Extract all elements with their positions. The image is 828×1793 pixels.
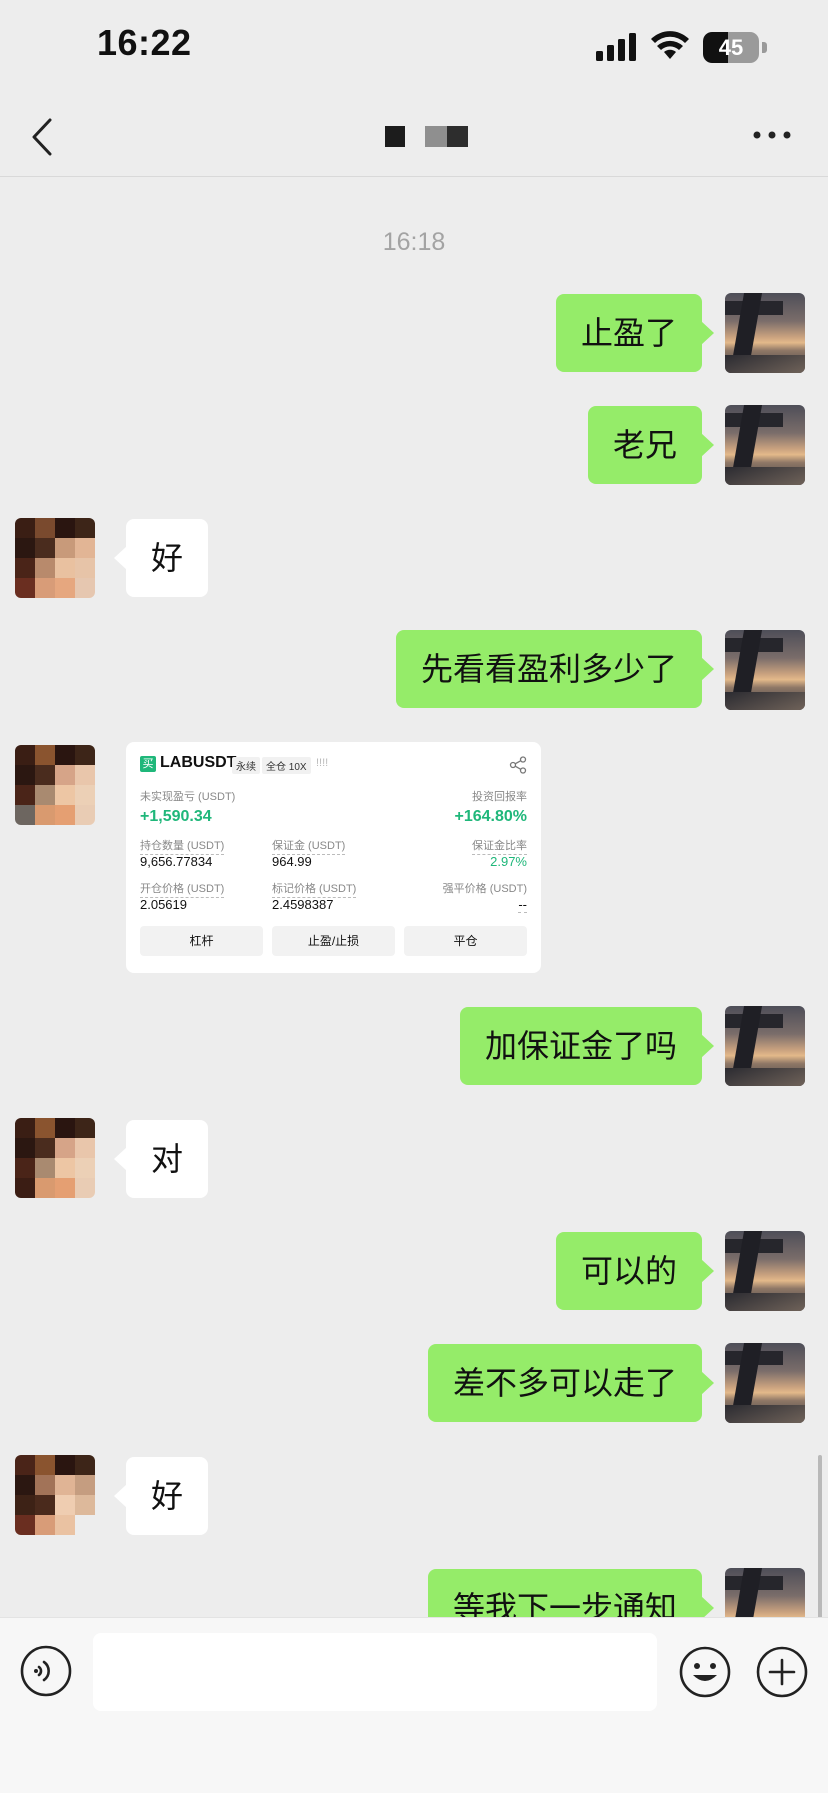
margin-value: 964.99 <box>272 854 312 869</box>
message-bubble-outgoing[interactable]: 止盈了 <box>555 294 715 372</box>
message-input[interactable] <box>93 1633 657 1711</box>
margin-ratio-value: 2.97% <box>490 854 527 869</box>
my-avatar[interactable] <box>725 1006 805 1086</box>
emoji-icon[interactable] <box>678 1645 732 1699</box>
tp-sl-button[interactable]: 止盈/止损 <box>272 926 395 956</box>
message-bubble-outgoing[interactable]: 老兄 <box>587 406 715 484</box>
position-size-value: 9,656.77834 <box>140 854 213 869</box>
contact-avatar[interactable] <box>15 1118 95 1198</box>
message-bubble-outgoing[interactable]: 加保证金了吗 <box>459 1007 715 1085</box>
my-avatar[interactable] <box>725 630 805 710</box>
message-bubble-outgoing[interactable]: 可以的 <box>555 1232 715 1310</box>
pnl-value: +1,590.34 <box>140 808 212 825</box>
my-avatar[interactable] <box>725 405 805 485</box>
liq-price-value: -- <box>518 897 527 913</box>
message-bubble-incoming[interactable]: 好 <box>113 519 209 597</box>
message-bubble-incoming[interactable]: 好 <box>113 1457 209 1535</box>
close-position-button[interactable]: 平仓 <box>404 926 527 956</box>
tag-perpetual: 永续 <box>232 757 260 774</box>
ellipsis-icon[interactable] <box>752 125 792 145</box>
contact-name-redacted <box>385 126 468 147</box>
contact-avatar[interactable] <box>15 518 95 598</box>
share-icon <box>509 756 527 774</box>
pnl-label: 未实现盈亏 (USDT) <box>140 791 236 803</box>
trade-screenshot-card[interactable]: 买 LABUSDT 永续 全仓 10X !!!! 未实现盈亏 (USDT) +1… <box>126 742 541 973</box>
liq-price-label: 强平价格 (USDT) <box>442 883 527 895</box>
contact-avatar[interactable] <box>15 745 95 825</box>
buy-badge: 买 <box>140 756 156 772</box>
message-timestamp: 16:18 <box>382 228 446 256</box>
tag-margin-mode: 全仓 10X <box>262 757 311 774</box>
message-bubble-outgoing[interactable]: 差不多可以走了 <box>427 1344 715 1422</box>
scrollbar[interactable] <box>818 1455 822 1620</box>
battery-level: 45 <box>718 35 744 60</box>
my-avatar[interactable] <box>725 293 805 373</box>
my-avatar[interactable] <box>725 1231 805 1311</box>
leverage-bars: !!!! <box>316 757 329 769</box>
message-bubble-outgoing[interactable]: 先看看盈利多少了 <box>395 630 715 708</box>
roi-value: +164.80% <box>454 808 527 825</box>
roi-label: 投资回报率 <box>472 791 527 803</box>
cellular-signal-icon <box>596 33 636 61</box>
chevron-left-icon[interactable] <box>30 117 54 157</box>
position-size-label: 持仓数量 (USDT) <box>140 837 225 855</box>
leverage-button[interactable]: 杠杆 <box>140 926 263 956</box>
margin-ratio-label: 保证金比率 <box>472 837 527 855</box>
voice-icon[interactable] <box>20 1645 72 1697</box>
mark-price-label: 标记价格 (USDT) <box>272 880 357 898</box>
plus-icon[interactable] <box>755 1645 809 1699</box>
margin-label: 保证金 (USDT) <box>272 837 346 855</box>
trade-symbol: LABUSDT <box>160 754 237 771</box>
wifi-icon <box>651 31 689 59</box>
message-bubble-incoming[interactable]: 对 <box>113 1120 209 1198</box>
battery-icon: 45 <box>703 32 767 63</box>
entry-price-label: 开仓价格 (USDT) <box>140 880 225 898</box>
contact-avatar[interactable] <box>15 1455 95 1535</box>
entry-price-value: 2.05619 <box>140 897 187 912</box>
my-avatar[interactable] <box>725 1343 805 1423</box>
status-time: 16:22 <box>97 22 192 63</box>
mark-price-value: 2.4598387 <box>272 897 334 912</box>
